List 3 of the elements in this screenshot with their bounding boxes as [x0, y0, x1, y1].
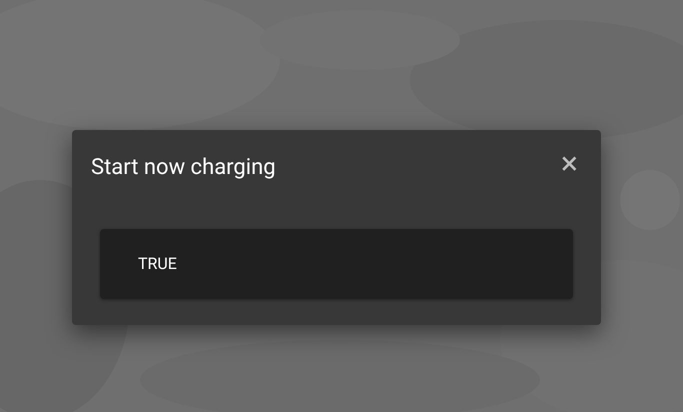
close-button[interactable]: ×	[560, 149, 578, 177]
dialog-title: Start now charging	[91, 154, 276, 182]
option-button[interactable]: TRUE	[100, 229, 573, 299]
